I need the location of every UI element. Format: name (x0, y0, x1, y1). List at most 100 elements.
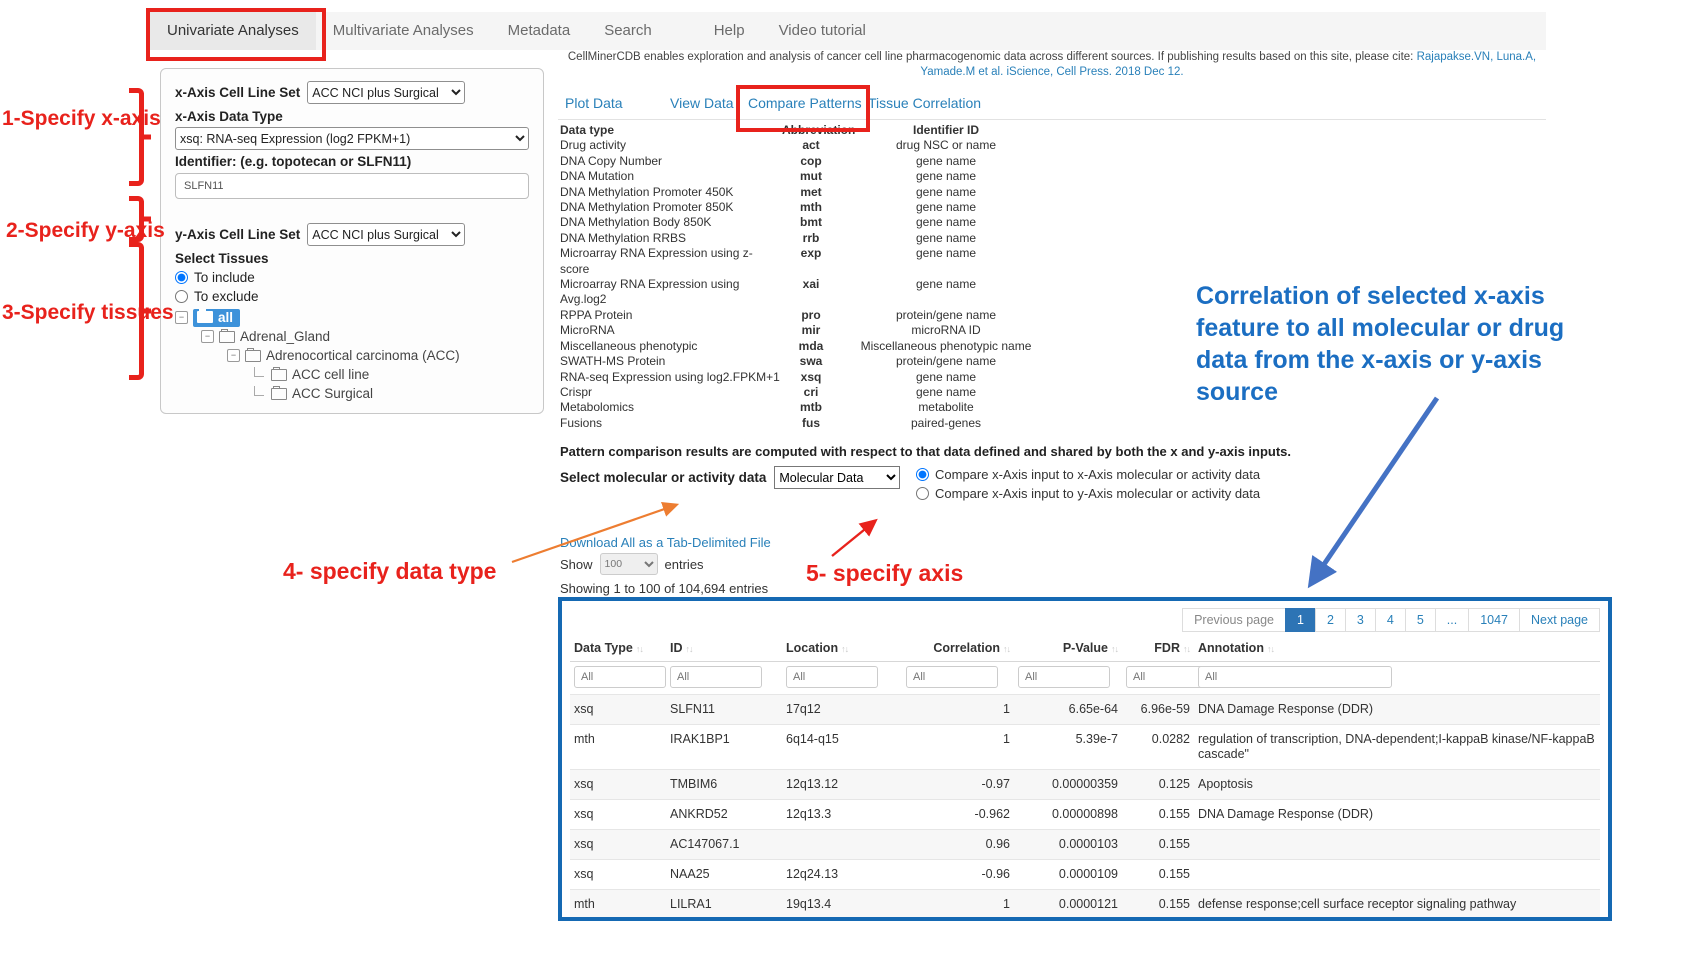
datatype-name: Fusions (560, 416, 782, 431)
page-button[interactable]: 1 (1285, 608, 1316, 632)
page-button[interactable]: 1047 (1468, 608, 1520, 632)
result-cell: AC147067.1 (666, 830, 782, 860)
result-cell: -0.962 (902, 800, 1014, 830)
result-row[interactable]: mthLILRA119q13.410.00001210.155defense r… (570, 890, 1600, 920)
tree-expander-icon[interactable]: − (201, 330, 214, 343)
datatype-name: Microarray RNA Expression using Avg.log2 (560, 277, 782, 308)
filter-input[interactable] (906, 666, 998, 688)
compare-y-axis-radio[interactable] (916, 487, 929, 500)
tree-selected-node[interactable]: all (193, 309, 240, 327)
tissue-include-radio[interactable] (175, 271, 188, 284)
tab-view-data[interactable]: View Data (670, 95, 734, 111)
identifier-label: Identifier: (e.g. topotecan or SLFN11) (175, 154, 529, 169)
filter-input[interactable] (670, 666, 762, 688)
nav-search[interactable]: Search (587, 12, 669, 50)
tab-compare-patterns[interactable]: Compare Patterns (748, 95, 862, 111)
tree-expander-icon[interactable]: − (227, 349, 240, 362)
pattern-comparison-note: Pattern comparison results are computed … (560, 444, 1291, 459)
filter-input[interactable] (574, 666, 666, 688)
compare-x-axis-option[interactable]: Compare x-Axis input to x-Axis molecular… (916, 467, 1260, 482)
show-label: Show (560, 557, 593, 572)
nav-help[interactable]: Help (697, 12, 762, 50)
download-tab-delimited-link[interactable]: Download All as a Tab-Delimited File (560, 535, 771, 550)
result-cell: xsq (570, 830, 666, 860)
tree-item[interactable]: −Adrenocortical carcinoma (ACC) (175, 346, 529, 365)
result-row[interactable]: mthIRAK1BP16q14-q1515.39e-70.0282regulat… (570, 725, 1600, 770)
column-header-id[interactable]: ID↑↓ (666, 634, 782, 662)
x-axis-cell-line-set-select[interactable]: ACC NCI plus Surgical (307, 81, 465, 104)
column-header-fdr[interactable]: FDR↑↓ (1122, 634, 1194, 662)
datatype-abbreviation: swa (782, 354, 840, 369)
compare-axis-options: Compare x-Axis input to x-Axis molecular… (916, 467, 1260, 505)
tissue-exclude-label: To exclude (194, 289, 259, 304)
tree-item-label: ACC Surgical (292, 386, 373, 401)
tab-tissue-correlation[interactable]: Tissue Correlation (868, 95, 981, 111)
result-cell: 0.155 (1122, 890, 1194, 920)
sort-icon[interactable]: ↑↓ (1183, 644, 1190, 654)
molecular-data-select[interactable]: Molecular Data (774, 466, 900, 489)
tissue-exclude-option[interactable]: To exclude (175, 289, 529, 304)
result-cell: -0.96 (902, 860, 1014, 890)
nav-multivariate-analyses[interactable]: Multivariate Analyses (316, 12, 491, 50)
next-page-button[interactable]: Next page (1519, 608, 1600, 632)
tab-plot-data[interactable]: Plot Data (565, 95, 623, 111)
result-cell: mth (570, 890, 666, 920)
result-cell: SLFN11 (666, 695, 782, 725)
datatype-row: RPPA Proteinproprotein/gene name (560, 308, 1052, 323)
column-header-p-value[interactable]: P-Value↑↓ (1014, 634, 1122, 662)
tissue-exclude-radio[interactable] (175, 290, 188, 303)
result-cell: 0.155 (1122, 800, 1194, 830)
compare-y-axis-option[interactable]: Compare x-Axis input to y-Axis molecular… (916, 486, 1260, 501)
nav-video-tutorial[interactable]: Video tutorial (762, 12, 883, 50)
page-button[interactable]: ... (1435, 608, 1469, 632)
page-button[interactable]: 4 (1375, 608, 1406, 632)
tree-item[interactable]: −Adrenal_Gland (175, 327, 529, 346)
previous-page-button[interactable]: Previous page (1182, 608, 1286, 632)
result-row[interactable]: xsqAC147067.10.960.00001030.155 (570, 830, 1600, 860)
result-row[interactable]: xsqANKRD5212q13.3-0.9620.000008980.155DN… (570, 800, 1600, 830)
datatype-identifier: Miscellaneous phenotypic name (840, 339, 1052, 354)
datatype-row: Miscellaneous phenotypicmdaMiscellaneous… (560, 339, 1052, 354)
sort-icon[interactable]: ↑↓ (1003, 644, 1010, 654)
result-cell: mth (570, 725, 666, 770)
sort-icon[interactable]: ↑↓ (636, 644, 643, 654)
tissue-include-option[interactable]: To include (175, 270, 529, 285)
page-button[interactable]: 3 (1345, 608, 1376, 632)
result-cell (1194, 830, 1600, 860)
sort-icon[interactable]: ↑↓ (686, 644, 693, 654)
sort-icon[interactable]: ↑↓ (841, 644, 848, 654)
tree-item[interactable]: ACC Surgical (175, 384, 529, 403)
x-axis-data-type-select[interactable]: xsq: RNA-seq Expression (log2 FPKM+1) (175, 127, 529, 150)
tree-item-label: all (218, 310, 233, 325)
sort-icon[interactable]: ↑↓ (1267, 644, 1274, 654)
tree-expander-icon[interactable]: − (175, 311, 188, 324)
result-row[interactable]: xsqTMBIM612q13.12-0.970.000003590.125Apo… (570, 770, 1600, 800)
identifier-input[interactable] (175, 173, 529, 199)
column-header-correlation[interactable]: Correlation↑↓ (902, 634, 1014, 662)
result-row[interactable]: xsqSLFN1117q1216.65e-646.96e-59DNA Damag… (570, 695, 1600, 725)
tree-item[interactable]: ACC cell line (175, 365, 529, 384)
result-cell: 5.39e-7 (1014, 725, 1122, 770)
datatype-name: MicroRNA (560, 323, 782, 338)
nav-univariate-analyses[interactable]: Univariate Analyses (150, 12, 316, 50)
datatype-identifier: microRNA ID (840, 323, 1052, 338)
correlation-annotation: Correlation of selected x-axis feature t… (1196, 280, 1596, 408)
y-axis-cell-line-set-select[interactable]: ACC NCI plus Surgical (307, 223, 465, 246)
filter-input[interactable] (1018, 666, 1110, 688)
filter-input[interactable] (786, 666, 878, 688)
column-header-data-type[interactable]: Data Type↑↓ (570, 634, 666, 662)
tree-item[interactable]: − all (175, 308, 529, 327)
show-entries-select[interactable]: 100 (600, 553, 658, 575)
result-row[interactable]: xsqNAA2512q24.13-0.960.00001090.155 (570, 860, 1600, 890)
datatype-abbreviation: met (782, 185, 840, 200)
filter-input[interactable] (1198, 666, 1392, 688)
sort-icon[interactable]: ↑↓ (1111, 644, 1118, 654)
column-header-location[interactable]: Location↑↓ (782, 634, 902, 662)
column-header-annotation[interactable]: Annotation↑↓ (1194, 634, 1600, 662)
nav-metadata[interactable]: Metadata (491, 12, 588, 50)
blue-arrow (1312, 398, 1437, 582)
result-cell: xsq (570, 800, 666, 830)
page-button[interactable]: 2 (1315, 608, 1346, 632)
compare-x-axis-radio[interactable] (916, 468, 929, 481)
page-button[interactable]: 5 (1405, 608, 1436, 632)
